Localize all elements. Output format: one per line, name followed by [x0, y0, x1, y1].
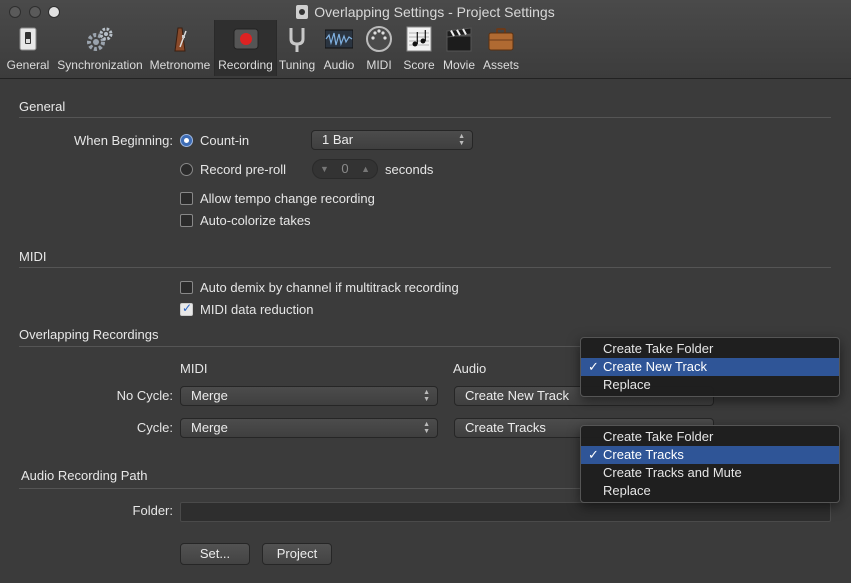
count-in-label: Count-in	[200, 133, 250, 148]
popup-arrows-icon: ▲ ▼	[458, 133, 465, 147]
cycle-audio-value: Create Tracks	[465, 420, 546, 435]
tuning-fork-icon	[289, 28, 305, 52]
midi-section-title: MIDI	[19, 249, 47, 264]
score-notes-icon	[406, 26, 432, 52]
midi-data-reduction-label: MIDI data reduction	[200, 302, 314, 317]
audio-waveform-icon	[325, 29, 353, 49]
count-in-popup[interactable]: 1 Bar ▲ ▼	[311, 130, 473, 150]
toolbar-synchronization[interactable]: Synchronization	[55, 22, 145, 74]
toolbar-movie-label: Movie	[442, 58, 475, 72]
folder-label: Folder:	[132, 503, 173, 518]
stepper-up-icon[interactable]: ▲	[361, 160, 370, 178]
window-title-text: Overlapping Settings - Project Settings	[314, 4, 555, 20]
menu-item-create-take-folder[interactable]: Create Take Folder	[581, 428, 839, 446]
allow-tempo-checkbox[interactable]	[180, 192, 193, 205]
record-icon	[233, 28, 258, 50]
menu-item-replace[interactable]: Replace	[581, 482, 839, 500]
checkmark-icon: ✓	[588, 447, 599, 462]
toolbar-tuning-label: Tuning	[278, 58, 316, 72]
toolbar-score[interactable]: Score	[400, 22, 438, 74]
audio-column-header: Audio	[453, 361, 487, 376]
briefcase-icon	[488, 28, 514, 51]
toolbar-recording-label: Recording	[218, 58, 273, 72]
auto-demix-label: Auto demix by channel if multitrack reco…	[200, 280, 459, 295]
project-settings-window: Overlapping Settings - Project Settings …	[0, 0, 851, 583]
toolbar-audio[interactable]: Audio	[320, 22, 358, 74]
toolbar-recording[interactable]: Recording	[214, 20, 277, 76]
allow-tempo-label: Allow tempo change recording	[200, 191, 375, 206]
overlapping-section-title: Overlapping Recordings	[19, 327, 159, 342]
seconds-label: seconds	[385, 162, 434, 177]
toolbar-metronome-label: Metronome	[149, 58, 211, 72]
preroll-value: 0	[341, 161, 349, 176]
toolbar-assets[interactable]: Assets	[480, 22, 522, 74]
general-section-title: General	[19, 99, 66, 114]
cycle-midi-popup[interactable]: Merge ▲ ▼	[180, 418, 438, 438]
when-beginning-label: When Beginning:	[73, 133, 173, 148]
midi-column-header: MIDI	[180, 361, 208, 376]
auto-demix-checkbox[interactable]	[180, 281, 193, 294]
record-preroll-label: Record pre-roll	[200, 162, 286, 177]
no-cycle-midi-value: Merge	[191, 388, 228, 403]
title-bar: Overlapping Settings - Project Settings …	[0, 0, 851, 79]
toolbar-assets-label: Assets	[482, 58, 519, 72]
menu-item-create-tracks[interactable]: ✓ Create Tracks	[581, 446, 839, 464]
toolbar-general[interactable]: General	[4, 22, 52, 74]
no-cycle-midi-popup[interactable]: Merge ▲ ▼	[180, 386, 438, 406]
toolbar-audio-label: Audio	[323, 58, 355, 72]
folder-path-field[interactable]	[180, 502, 831, 522]
popup-arrows-icon: ▲ ▼	[423, 389, 430, 403]
menu-item-create-tracks-and-mute[interactable]: Create Tracks and Mute	[581, 464, 839, 482]
menu-item-replace[interactable]: Replace	[581, 376, 839, 394]
project-button[interactable]: Project	[262, 543, 332, 565]
set-button[interactable]: Set...	[180, 543, 250, 565]
count-in-radio[interactable]	[180, 134, 193, 147]
no-cycle-audio-value: Create New Track	[465, 388, 570, 403]
no-cycle-audio-menu: Create Take Folder ✓ Create New Track Rep…	[580, 337, 840, 397]
clapperboard-icon	[446, 27, 472, 52]
cycle-audio-menu: Create Take Folder ✓ Create Tracks Create…	[580, 425, 840, 503]
popup-arrows-icon: ▲ ▼	[423, 421, 430, 435]
midi-data-reduction-checkbox[interactable]	[180, 301, 193, 316]
count-in-value: 1 Bar	[322, 132, 354, 147]
midi-connector-icon	[366, 26, 392, 52]
cycle-label: Cycle:	[136, 420, 173, 435]
menu-item-create-new-track[interactable]: ✓ Create New Track	[581, 358, 839, 376]
toolbar-general-label: General	[6, 58, 50, 72]
auto-colorize-checkbox[interactable]	[180, 214, 193, 227]
audio-path-section-title: Audio Recording Path	[21, 468, 148, 483]
window-title: Overlapping Settings - Project Settings	[0, 4, 851, 20]
toolbar-midi[interactable]: MIDI	[361, 22, 397, 74]
menu-item-create-take-folder[interactable]: Create Take Folder	[581, 340, 839, 358]
toolbar-tuning[interactable]: Tuning	[278, 22, 316, 74]
record-preroll-radio[interactable]	[180, 163, 193, 176]
general-divider	[19, 117, 831, 118]
preroll-stepper[interactable]: ▼ 0 ▲	[312, 159, 378, 179]
midi-divider	[19, 267, 831, 268]
general-switch-icon	[19, 27, 37, 51]
toolbar-score-label: Score	[403, 58, 435, 72]
auto-colorize-label: Auto-colorize takes	[200, 213, 311, 228]
gears-icon	[87, 27, 113, 51]
checkmark-icon: ✓	[588, 359, 599, 374]
toolbar-synchronization-label: Synchronization	[57, 58, 143, 72]
metronome-icon	[174, 27, 187, 52]
cycle-midi-value: Merge	[191, 420, 228, 435]
document-icon	[296, 5, 309, 19]
no-cycle-label: No Cycle:	[116, 388, 173, 403]
toolbar-metronome[interactable]: Metronome	[148, 22, 212, 74]
stepper-down-icon[interactable]: ▼	[320, 160, 329, 178]
toolbar-movie[interactable]: Movie	[440, 22, 478, 74]
toolbar-midi-label: MIDI	[366, 58, 392, 72]
overlapping-divider	[19, 346, 584, 347]
